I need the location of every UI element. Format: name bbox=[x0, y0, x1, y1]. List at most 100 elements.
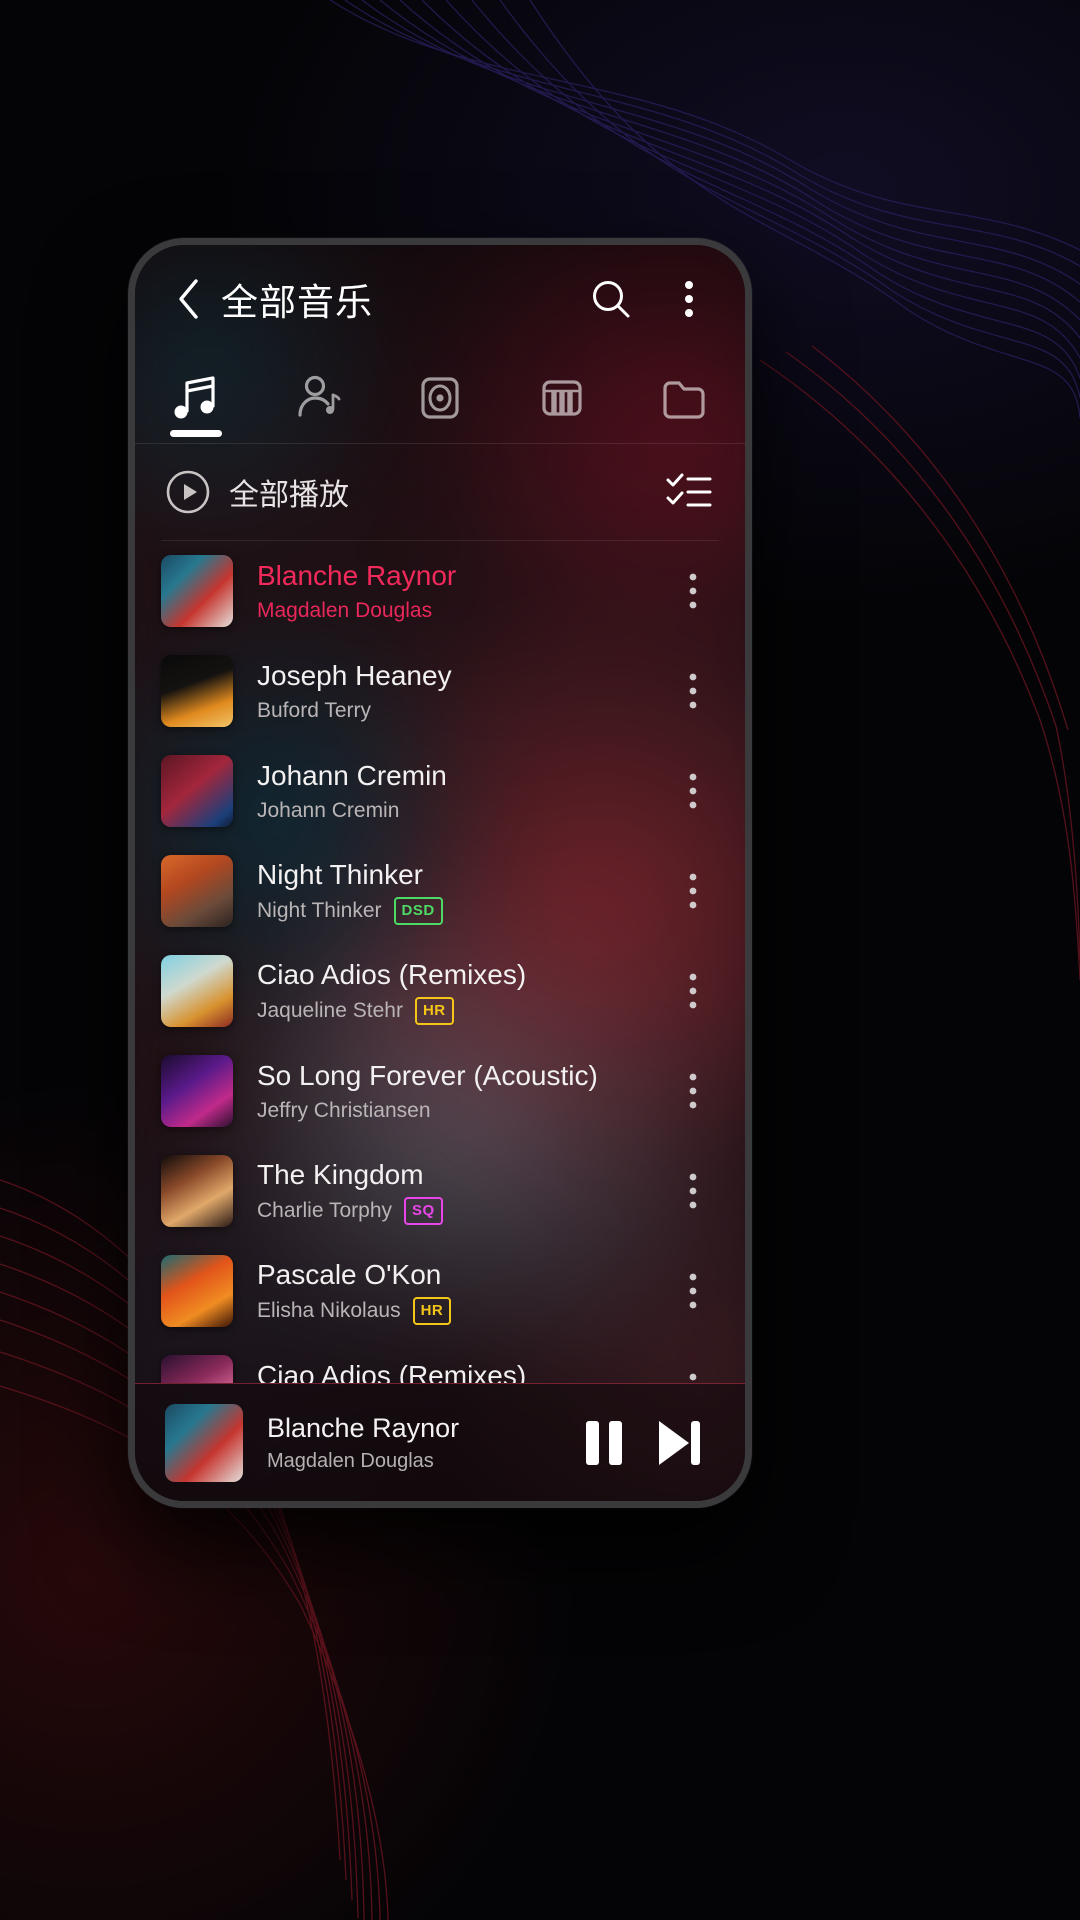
app-screen: 全部音乐 全部播放 Blanche Raynor Magdalen Dougla… bbox=[135, 245, 745, 1501]
pause-button[interactable] bbox=[567, 1406, 641, 1480]
row-overflow-button[interactable] bbox=[667, 771, 719, 811]
tab-folders[interactable] bbox=[623, 353, 745, 443]
quality-badge: SQ bbox=[404, 1197, 443, 1225]
song-artist: Jaqueline Stehr bbox=[257, 998, 403, 1022]
pause-icon bbox=[586, 1420, 622, 1465]
quality-badge: HR bbox=[414, 997, 454, 1025]
table-row[interactable]: Night Thinker Night Thinker DSD bbox=[135, 841, 745, 941]
table-row[interactable]: Blanche Raynor Magdalen Douglas bbox=[135, 541, 745, 641]
tab-albums[interactable] bbox=[379, 353, 501, 443]
row-overflow-button[interactable] bbox=[667, 1271, 719, 1311]
tab-genres[interactable] bbox=[501, 353, 623, 443]
song-subtitle: Night Thinker DSD bbox=[257, 897, 667, 925]
phone-frame: 全部音乐 全部播放 Blanche Raynor Magdalen Dougla… bbox=[128, 238, 752, 1508]
row-overflow-button[interactable] bbox=[667, 571, 719, 611]
table-row[interactable]: So Long Forever (Acoustic) Jeffry Christi… bbox=[135, 1041, 745, 1141]
album-disc-icon bbox=[421, 377, 459, 419]
mini-player-artwork bbox=[165, 1403, 243, 1482]
album-artwork bbox=[161, 655, 233, 727]
play-all-row[interactable]: 全部播放 bbox=[135, 444, 745, 540]
song-title: Ciao Adios (Remixes) bbox=[257, 1359, 527, 1383]
song-artist: Johann Cremin bbox=[257, 798, 400, 822]
more-vertical-icon bbox=[689, 1373, 697, 1381]
artist-icon bbox=[298, 375, 341, 417]
song-artist: Buford Terry bbox=[257, 698, 371, 722]
album-artwork bbox=[161, 1255, 233, 1327]
play-circle-icon bbox=[166, 470, 210, 514]
mini-player-artist: Magdalen Douglas bbox=[267, 1449, 434, 1472]
row-overflow-button[interactable] bbox=[667, 1071, 719, 1111]
song-subtitle: Jaqueline Stehr HR bbox=[257, 997, 667, 1025]
more-vertical-icon bbox=[689, 573, 697, 609]
album-artwork bbox=[161, 755, 233, 827]
more-vertical-icon bbox=[689, 1173, 697, 1209]
song-subtitle: Magdalen Douglas bbox=[257, 598, 667, 624]
tab-songs[interactable] bbox=[135, 353, 257, 443]
album-artwork bbox=[161, 1155, 233, 1227]
song-meta: Ciao Adios (Remixes) Jaqueline Stehr HR bbox=[257, 957, 667, 1025]
active-tab-indicator bbox=[170, 430, 222, 437]
song-title: Night Thinker bbox=[257, 859, 424, 890]
more-vertical-icon bbox=[689, 1073, 697, 1109]
next-track-button[interactable] bbox=[641, 1406, 715, 1480]
song-meta: Pascale O'Kon Elisha Nikolaus HR bbox=[257, 1257, 667, 1325]
song-artist: Elisha Nikolaus bbox=[257, 1298, 401, 1322]
song-artist: Charlie Torphy bbox=[257, 1198, 393, 1222]
chevron-left-icon bbox=[179, 279, 198, 319]
table-row[interactable]: Joseph Heaney Buford Terry bbox=[135, 641, 745, 741]
song-title: Ciao Adios (Remixes) bbox=[257, 959, 527, 990]
table-row[interactable]: Pascale O'Kon Elisha Nikolaus HR bbox=[135, 1241, 745, 1341]
song-subtitle: Johann Cremin bbox=[257, 798, 667, 824]
mini-player[interactable]: Blanche Raynor Magdalen Douglas bbox=[135, 1383, 745, 1501]
table-row[interactable]: Ciao Adios (Remixes) Jaqueline Stehr HR bbox=[135, 941, 745, 1041]
song-title: So Long Forever (Acoustic) bbox=[257, 1059, 598, 1091]
table-row[interactable]: Ciao Adios (Remixes)Willis Osinski bbox=[135, 1341, 745, 1383]
search-button[interactable] bbox=[585, 273, 637, 325]
song-list[interactable]: Blanche Raynor Magdalen Douglas Joseph Hea… bbox=[135, 541, 745, 1383]
song-title: Pascale O'Kon bbox=[257, 1259, 442, 1290]
mini-player-meta: Blanche Raynor Magdalen Douglas bbox=[267, 1413, 567, 1473]
row-overflow-button[interactable] bbox=[667, 1171, 719, 1211]
row-overflow-button[interactable] bbox=[667, 871, 719, 911]
more-vertical-icon bbox=[689, 773, 697, 809]
song-meta: Ciao Adios (Remixes)Willis Osinski bbox=[257, 1358, 667, 1383]
song-meta: Blanche Raynor Magdalen Douglas bbox=[257, 558, 667, 624]
back-button[interactable] bbox=[165, 276, 211, 322]
row-overflow-button[interactable] bbox=[667, 1371, 719, 1383]
song-title: Joseph Heaney bbox=[257, 659, 452, 691]
song-meta: The Kingdom Charlie Torphy SQ bbox=[257, 1157, 667, 1225]
table-row[interactable]: The Kingdom Charlie Torphy SQ bbox=[135, 1141, 745, 1241]
song-title: The Kingdom bbox=[257, 1159, 424, 1190]
multi-select-button[interactable] bbox=[663, 466, 715, 518]
more-vertical-icon bbox=[689, 673, 697, 709]
song-subtitle: Buford Terry bbox=[257, 698, 667, 724]
album-artwork bbox=[161, 1355, 233, 1383]
piano-keys-icon bbox=[542, 380, 582, 416]
song-artist: Jeffry Christiansen bbox=[257, 1098, 431, 1122]
song-meta: So Long Forever (Acoustic) Jeffry Christi… bbox=[257, 1058, 667, 1124]
skip-next-icon bbox=[659, 1420, 700, 1465]
overflow-menu-button[interactable] bbox=[663, 273, 715, 325]
row-overflow-button[interactable] bbox=[667, 671, 719, 711]
album-artwork bbox=[161, 555, 233, 627]
tab-artists[interactable] bbox=[257, 353, 379, 443]
song-meta: Night Thinker Night Thinker DSD bbox=[257, 857, 667, 925]
song-title: Johann Cremin bbox=[257, 759, 447, 791]
quality-badge: DSD bbox=[393, 897, 443, 925]
more-vertical-icon bbox=[689, 1273, 697, 1309]
song-artist: Magdalen Douglas bbox=[257, 598, 433, 622]
more-vertical-icon bbox=[689, 973, 697, 1009]
quality-badge: HR bbox=[412, 1297, 452, 1325]
row-overflow-button[interactable] bbox=[667, 971, 719, 1011]
song-subtitle: Jeffry Christiansen bbox=[257, 1098, 667, 1124]
music-note-icon bbox=[174, 376, 215, 419]
song-meta: Joseph Heaney Buford Terry bbox=[257, 658, 667, 724]
table-row[interactable]: Johann Cremin Johann Cremin bbox=[135, 741, 745, 841]
mini-player-title: Blanche Raynor bbox=[267, 1412, 460, 1443]
album-artwork bbox=[161, 855, 233, 927]
play-all-label: 全部播放 bbox=[229, 479, 349, 512]
song-artist: Night Thinker bbox=[257, 898, 382, 922]
search-icon bbox=[593, 281, 630, 318]
song-title: Blanche Raynor bbox=[257, 559, 457, 591]
more-vertical-icon bbox=[689, 873, 697, 909]
